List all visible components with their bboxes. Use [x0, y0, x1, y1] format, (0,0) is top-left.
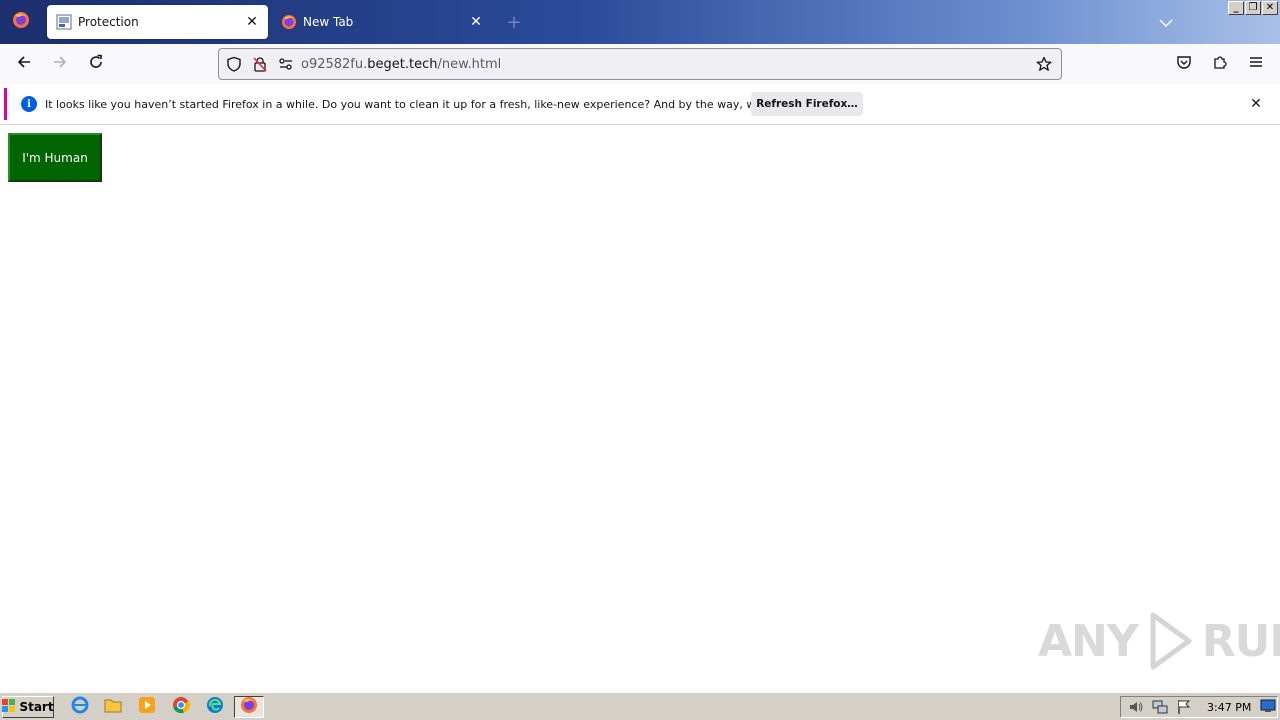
- watermark-text-left: ANY: [1038, 615, 1139, 667]
- address-bar[interactable]: o92582fu.beget.tech/new.html: [218, 48, 1062, 80]
- pocket-icon: [1176, 54, 1192, 74]
- media-player-taskbar-button[interactable]: [136, 697, 158, 717]
- info-icon: i: [21, 96, 37, 112]
- edge-icon: [206, 696, 224, 718]
- new-tab-button[interactable]: +: [502, 10, 526, 34]
- refresh-notification-bar: i It looks like you haven’t started Fire…: [4, 88, 1276, 120]
- firefox-logo-icon: [12, 11, 30, 33]
- show-desktop-icon[interactable]: [1260, 698, 1276, 712]
- network-icon[interactable]: [1151, 698, 1169, 716]
- taskbar-clock[interactable]: 3:47 PM: [1207, 701, 1251, 714]
- page-content: I'm Human ANY RUN: [0, 125, 1280, 692]
- title-bar: Protection ✕ New Tab ✕ + _ ❐ ✕: [0, 0, 1280, 44]
- pocket-button[interactable]: [1170, 50, 1198, 78]
- list-all-tabs-button[interactable]: [1154, 10, 1178, 34]
- arrow-right-icon: [52, 54, 68, 74]
- extensions-button[interactable]: [1206, 50, 1234, 78]
- close-window-button[interactable]: ✕: [1262, 1, 1278, 15]
- firefox-taskbar-button[interactable]: [234, 696, 264, 718]
- action-center-flag-icon[interactable]: [1175, 698, 1193, 716]
- tab-protection[interactable]: Protection ✕: [47, 5, 268, 39]
- tab-close-icon[interactable]: ✕: [240, 10, 264, 34]
- im-human-button[interactable]: I'm Human: [8, 133, 102, 182]
- app-menu-button[interactable]: [1242, 50, 1270, 78]
- firefox-favicon-icon: [281, 14, 297, 30]
- firefox-view-button[interactable]: [0, 0, 42, 44]
- minimize-icon: _: [1233, 2, 1239, 13]
- windows-logo-icon: [2, 698, 16, 716]
- watermark-text-right: RUN: [1201, 615, 1280, 667]
- hamburger-menu-icon: [1248, 54, 1264, 74]
- reload-button[interactable]: [82, 50, 110, 78]
- windows-taskbar: Start 3:47 PM: [0, 692, 1280, 720]
- firefox-icon: [240, 696, 258, 718]
- play-icon: [1140, 611, 1200, 671]
- restore-button[interactable]: ❐: [1245, 1, 1261, 15]
- puzzle-icon: [1212, 54, 1228, 74]
- navigation-toolbar: o92582fu.beget.tech/new.html: [0, 44, 1280, 84]
- page-favicon-icon: [56, 14, 72, 30]
- notification-message: It looks like you haven’t started Firefo…: [45, 97, 830, 111]
- tracking-protection-shield-icon[interactable]: [223, 53, 245, 75]
- reload-icon: [88, 54, 104, 74]
- tab-close-icon[interactable]: ✕: [464, 10, 488, 34]
- volume-icon[interactable]: [1127, 698, 1145, 716]
- internet-explorer-taskbar-button[interactable]: [69, 696, 91, 718]
- restore-icon: ❐: [1248, 2, 1258, 13]
- tab-title: New Tab: [303, 15, 354, 29]
- url-text: o92582fu.beget.tech/new.html: [301, 57, 501, 72]
- url-path: /new.html: [437, 56, 502, 72]
- permissions-icon[interactable]: [275, 53, 297, 75]
- url-subdomain: o92582fu.: [301, 56, 368, 72]
- folder-icon: [104, 697, 122, 717]
- file-explorer-taskbar-button[interactable]: [102, 697, 124, 717]
- url-domain: beget.tech: [367, 56, 438, 72]
- chrome-icon: [172, 696, 190, 718]
- close-icon[interactable]: ✕: [1246, 94, 1266, 114]
- back-button[interactable]: [10, 50, 38, 78]
- media-player-icon: [138, 696, 156, 718]
- tab-title: Protection: [78, 15, 139, 29]
- minimize-button[interactable]: _: [1228, 1, 1244, 15]
- anyrun-watermark: ANY RUN: [1038, 611, 1280, 671]
- close-icon: ✕: [1265, 2, 1275, 13]
- start-label: Start: [19, 700, 54, 714]
- system-tray: 3:47 PM: [1120, 696, 1278, 718]
- refresh-firefox-button[interactable]: Refresh Firefox…: [751, 92, 863, 116]
- insecure-lock-icon[interactable]: [249, 53, 271, 75]
- chrome-taskbar-button[interactable]: [170, 697, 192, 717]
- forward-button[interactable]: [46, 50, 74, 78]
- bookmark-star-icon[interactable]: [1033, 53, 1055, 75]
- tab-new-tab[interactable]: New Tab ✕: [272, 5, 492, 39]
- window-controls: _ ❐ ✕: [1228, 1, 1278, 15]
- internet-explorer-icon: [71, 696, 89, 718]
- chevron-down-icon: [1159, 13, 1173, 32]
- edge-taskbar-button[interactable]: [204, 697, 226, 717]
- arrow-left-icon: [16, 54, 32, 74]
- start-button[interactable]: Start: [2, 696, 54, 718]
